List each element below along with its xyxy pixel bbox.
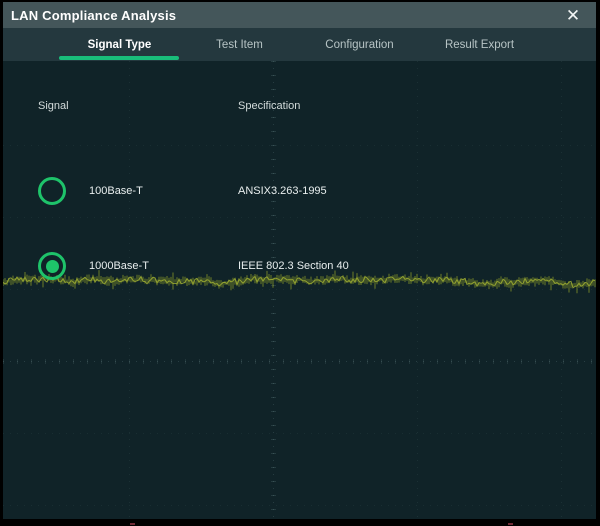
dialog-title: LAN Compliance Analysis (11, 8, 176, 23)
tab-result-export-label: Result Export (445, 39, 514, 51)
lan-compliance-dialog: LAN Compliance Analysis ✕ Signal Type Te… (3, 2, 596, 519)
active-tab-indicator (59, 56, 179, 60)
tab-signal-type-label: Signal Type (88, 39, 152, 51)
table-row: 100Base-T ANSIX3.263-1995 (3, 177, 596, 205)
graticule-hline (3, 145, 596, 146)
dialog-titlebar: LAN Compliance Analysis ✕ (3, 2, 596, 28)
graticule-hline (3, 505, 596, 506)
specification-label: IEEE 802.3 Section 40 (238, 260, 349, 272)
table-header-row: Signal Specification (3, 100, 596, 116)
tab-configuration-label: Configuration (325, 39, 393, 51)
radio-1000base-t[interactable] (38, 252, 66, 280)
radio-100base-t[interactable] (38, 177, 66, 205)
bottom-marker (508, 523, 513, 525)
bottom-marker (130, 523, 135, 525)
graticule-hticks (3, 359, 596, 364)
tab-bar: Signal Type Test Item Configuration Resu… (3, 28, 596, 61)
tab-test-item[interactable]: Test Item (179, 28, 300, 61)
column-header-specification: Specification (238, 100, 300, 112)
close-icon[interactable]: ✕ (558, 2, 588, 28)
tab-result-export[interactable]: Result Export (419, 28, 540, 61)
signal-label: 1000Base-T (89, 260, 149, 272)
column-header-signal: Signal (38, 100, 69, 112)
dialog-content: Signal Specification 100Base-T ANSIX3.26… (3, 61, 596, 519)
table-row: 1000Base-T IEEE 802.3 Section 40 (3, 252, 596, 280)
graticule-hline (3, 433, 596, 434)
screen-bottom-strip (0, 519, 600, 526)
tab-test-item-label: Test Item (216, 39, 263, 51)
graticule-hline (3, 217, 596, 218)
signal-label: 100Base-T (89, 185, 143, 197)
radio-dot (46, 260, 59, 273)
tab-configuration[interactable]: Configuration (299, 28, 420, 61)
specification-label: ANSIX3.263-1995 (238, 185, 327, 197)
